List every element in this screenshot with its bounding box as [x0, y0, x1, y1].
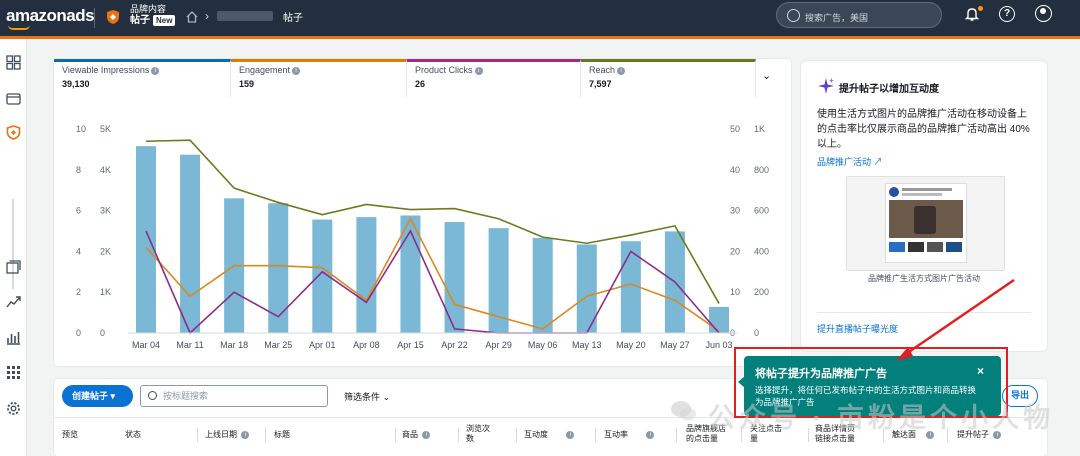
watermark-text: 公众号 · 亩粉是个小人物 — [708, 403, 1054, 433]
annotation-arrow — [896, 278, 1015, 361]
wechat-logo — [671, 401, 696, 421]
